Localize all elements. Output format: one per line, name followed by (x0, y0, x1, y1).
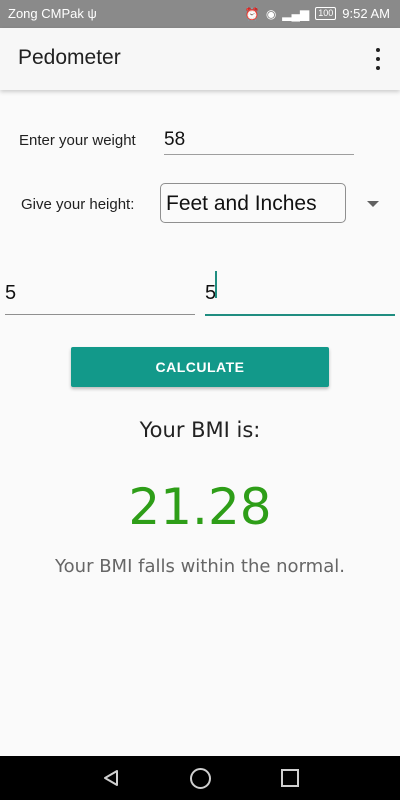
status-right: ⏰ ◉ ▂▄▆ 100 9:52 AM (245, 6, 390, 21)
back-icon[interactable] (102, 769, 120, 787)
menu-dot (376, 48, 380, 52)
menu-dot (376, 66, 380, 70)
carrier-name: Zong CMPak (8, 6, 84, 21)
recent-apps-icon[interactable] (281, 769, 299, 787)
alarm-icon: ⏰ (244, 6, 260, 21)
bmi-message: Your BMI falls within the normal. (55, 556, 345, 577)
usb-icon: ψ (87, 6, 97, 21)
bmi-value: 21.28 (128, 478, 272, 536)
height-label: Give your height: (21, 196, 135, 213)
feet-input[interactable] (5, 272, 195, 315)
weight-input[interactable] (164, 126, 354, 155)
screen: Zong CMPak ψ ⏰ ◉ ▂▄▆ 100 9:52 AM Pedomet… (0, 0, 400, 800)
text-cursor (215, 271, 217, 298)
height-unit-dropdown[interactable]: Feet and Inches (160, 183, 346, 223)
calculate-button[interactable]: CALCULATE (71, 347, 329, 387)
eye-icon: ◉ (265, 6, 277, 21)
dropdown-arrow-icon[interactable] (367, 201, 379, 207)
navigation-bar (0, 756, 400, 800)
menu-dot (376, 57, 380, 61)
overflow-menu-icon[interactable] (374, 48, 382, 70)
app-title: Pedometer (18, 46, 121, 69)
home-icon[interactable] (190, 768, 211, 789)
bmi-heading: Your BMI is: (139, 418, 261, 442)
app-bar: Pedometer (0, 28, 400, 90)
battery-icon: 100 (315, 7, 337, 20)
status-time: 9:52 AM (342, 6, 390, 21)
status-bar: Zong CMPak ψ ⏰ ◉ ▂▄▆ 100 9:52 AM (0, 0, 400, 28)
weight-label: Enter your weight (19, 132, 136, 149)
status-left: Zong CMPak ψ (8, 6, 97, 21)
inches-input[interactable] (205, 272, 395, 316)
signal-icon: ▂▄▆ (282, 6, 310, 21)
height-unit-selected: Feet and Inches (166, 192, 317, 215)
